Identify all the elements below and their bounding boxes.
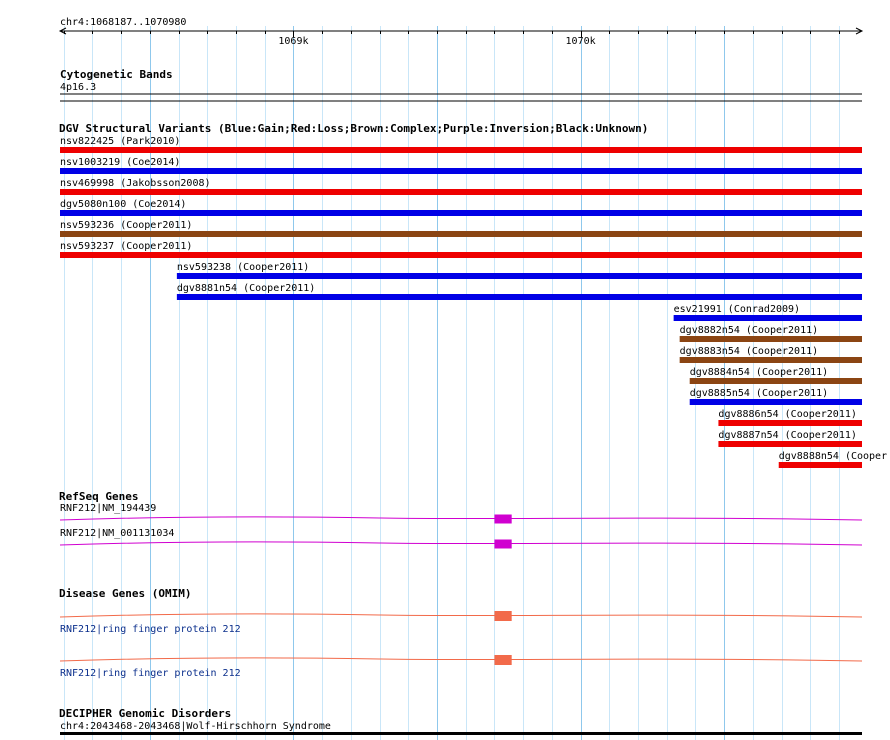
dgv-features: nsv822425 (Park2010) nsv1003219 (Coe2014)… (60, 136, 887, 468)
dgv-variant-bar[interactable] (60, 210, 862, 216)
dgv-variant-label: nsv593236 (Cooper2011) (60, 220, 192, 231)
refseq-gene-label[interactable]: RNF212|NM_001131034 (60, 528, 174, 539)
dgv-variant-bar[interactable] (689, 378, 862, 384)
dgv-variant-bar[interactable] (60, 189, 862, 195)
decipher-item-label[interactable]: chr4:2043468-2043468|Wolf-Hirschhorn Syn… (60, 721, 331, 732)
dgv-variant-bar[interactable] (718, 420, 862, 426)
omim-exon[interactable] (494, 655, 512, 665)
refseq-intron-line (59, 516, 863, 521)
refseq-exon[interactable] (494, 539, 512, 549)
dgv-variant-bar[interactable] (176, 294, 863, 300)
dgv-variant-bar[interactable] (679, 357, 862, 363)
dgv-variant-label: nsv1003219 (Coe2014) (60, 157, 180, 168)
dgv-variant-label: nsv593237 (Cooper2011) (60, 241, 192, 252)
dgv-variant-bar[interactable] (689, 399, 862, 405)
ruler-tick-label: 1070k (566, 36, 596, 47)
omim-intron-line (59, 657, 863, 662)
refseq-features: RNF212|NM_194439 RNF212|NM_001131034 (59, 503, 863, 549)
refseq-gene-label[interactable]: RNF212|NM_194439 (60, 503, 156, 514)
dgv-variant-label: dgv8883n54 (Cooper2011) (680, 346, 818, 357)
dgv-variant-bar[interactable] (673, 315, 862, 321)
dgv-variant-label: dgv8881n54 (Cooper2011) (177, 283, 315, 294)
dgv-variant-bar[interactable] (60, 231, 862, 237)
omim-gene-label[interactable]: RNF212|ring finger protein 212 (60, 668, 241, 679)
dgv-variant-label: esv21991 (Conrad2009) (674, 304, 800, 315)
dgv-variant-label: nsv469998 (Jakobsson2008) (60, 178, 211, 189)
dgv-variant-bar[interactable] (176, 273, 863, 279)
dgv-variant-label: dgv8888n54 (Cooper (779, 451, 887, 462)
dgv-track: DGV Structural Variants (Blue:Gain;Red:L… (59, 122, 887, 468)
dgv-variant-bar[interactable] (718, 441, 862, 447)
decipher-feature[interactable] (60, 732, 862, 735)
omim-gene-label[interactable]: RNF212|ring finger protein 212 (60, 624, 241, 635)
cytogenetic-bands-track: Cytogenetic Bands 4p16.3 (60, 68, 862, 102)
dgv-variant-bar[interactable] (778, 462, 862, 468)
dgv-variant-label: dgv5080n100 (Coe2014) (60, 199, 186, 210)
omim-title: Disease Genes (OMIM) (59, 587, 191, 600)
omim-intron-line (59, 613, 863, 618)
dgv-variant-label: nsv593238 (Cooper2011) (177, 262, 309, 273)
refseq-title: RefSeq Genes (59, 490, 138, 503)
ruler-tick-label: 1069k (278, 36, 308, 47)
dgv-variant-bar[interactable] (60, 252, 862, 258)
refseq-exon[interactable] (494, 514, 512, 524)
refseq-intron-line (59, 541, 863, 546)
decipher-track: DECIPHER Genomic Disorders chr4:2043468-… (59, 707, 862, 735)
dgv-variant-label: dgv8884n54 (Cooper2011) (690, 367, 828, 378)
cytoband-label: 4p16.3 (60, 82, 96, 93)
dgv-variant-label: dgv8882n54 (Cooper2011) (680, 325, 818, 336)
dgv-variant-label: dgv8887n54 (Cooper2011) (718, 430, 856, 441)
genome-browser-panel: chr4:1068187..1070980 1069k 1070k Cytogen… (58, 17, 887, 740)
dgv-variant-bar[interactable] (60, 147, 862, 153)
cytobands-title: Cytogenetic Bands (60, 68, 173, 81)
dgv-variant-bar[interactable] (60, 168, 862, 174)
ruler-region-label: chr4:1068187..1070980 (60, 17, 186, 28)
ruler: chr4:1068187..1070980 1069k 1070k (58, 17, 864, 47)
dgv-title: DGV Structural Variants (Blue:Gain;Red:L… (59, 122, 648, 135)
dgv-variant-label: nsv822425 (Park2010) (60, 136, 180, 147)
ruler-ticks: 1069k 1070k (64, 31, 840, 47)
dgv-variant-label: dgv8886n54 (Cooper2011) (718, 409, 856, 420)
omim-exon[interactable] (494, 611, 512, 621)
dgv-variant-label: dgv8885n54 (Cooper2011) (690, 388, 828, 399)
decipher-title: DECIPHER Genomic Disorders (59, 707, 231, 720)
dgv-variant-bar[interactable] (679, 336, 862, 342)
omim-features: RNF212|ring finger protein 212 RNF212|rin… (59, 611, 863, 679)
